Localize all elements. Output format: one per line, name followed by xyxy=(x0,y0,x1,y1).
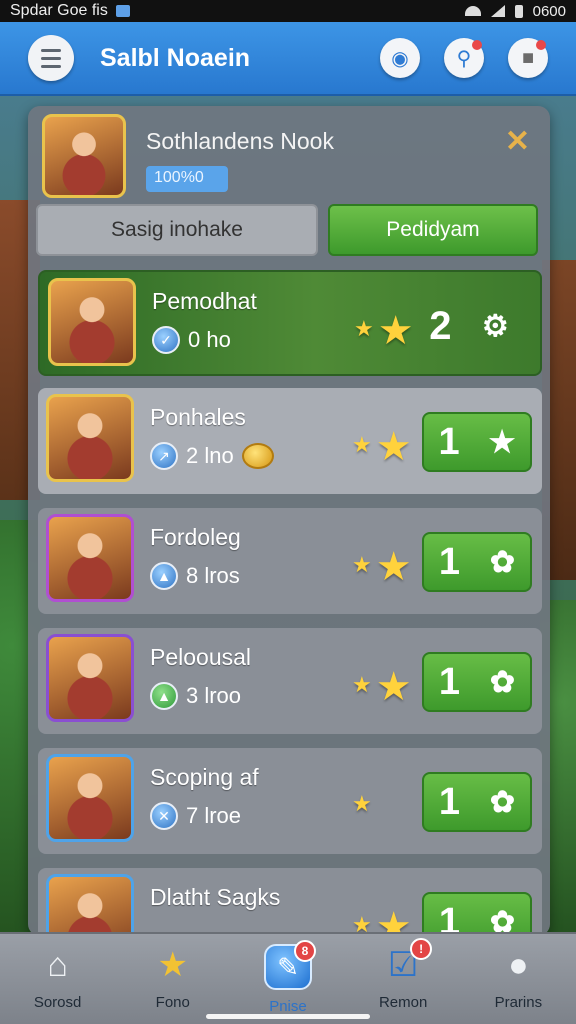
tab-second[interactable]: Pedidyam xyxy=(328,204,538,256)
settings-button[interactable]: ■ xyxy=(508,38,548,78)
player-sub: 7 lroe xyxy=(186,803,242,828)
list-item[interactable]: Peloousal ▲ 3 lroo ★ ★ 1 ✿ xyxy=(38,628,542,734)
badge-icon: ✿ xyxy=(489,785,516,819)
player-avatar xyxy=(46,754,134,842)
wifi-icon xyxy=(464,6,481,16)
signal-icon xyxy=(490,5,505,17)
player-sub: 2 lno xyxy=(186,443,234,468)
nav-label: Fono xyxy=(155,994,190,1011)
star-icon: ★ ★ xyxy=(352,545,412,589)
player-name: Pemodhat xyxy=(152,288,257,314)
app-bar: Salbl Noaein ◉ ⚲ ■ xyxy=(0,22,576,96)
list-item[interactable]: Ponhales ↗ 2 lno ★ ★ 1 ★ xyxy=(38,388,542,494)
player-sub: 0 ho xyxy=(188,327,231,352)
rank-icon: ▲ xyxy=(150,562,178,590)
badge-icon: ✿ xyxy=(489,665,516,699)
player-avatar xyxy=(46,874,134,936)
score-button[interactable]: 1 ✿ xyxy=(422,892,532,936)
status-time: 0600 xyxy=(532,2,566,20)
status-left-text: Spdar Goe fis xyxy=(10,2,108,19)
app-title: Salbl Noaein xyxy=(100,43,251,72)
rank-icon: ▲ xyxy=(150,682,178,710)
star-icon: ★ xyxy=(488,425,516,459)
player-name: Fordoleg xyxy=(150,524,241,550)
score-value: 1 xyxy=(438,780,461,823)
player-avatar xyxy=(46,634,134,722)
list-item[interactable]: Pemodhat ✓ 0 ho ★ ★ 2 ⚙ xyxy=(38,270,542,376)
score-button[interactable]: 1 ✿ xyxy=(422,532,532,592)
nav-item-home[interactable]: ⌂ Sorosd xyxy=(10,944,106,1012)
nav-item-chat[interactable]: ✎ 8 Pnise xyxy=(240,940,336,1015)
notification-dot: ! xyxy=(410,938,433,960)
profile-badge: 100%0 xyxy=(146,166,228,192)
rank-icon: ↗ xyxy=(150,442,178,470)
player-avatar xyxy=(48,278,136,366)
star-icon: ★ ★ xyxy=(352,665,412,709)
notification-dot xyxy=(472,40,482,50)
star-icon: ★ xyxy=(352,791,372,816)
score-value: 2 xyxy=(429,303,452,348)
profile-avatar[interactable] xyxy=(42,114,126,198)
notification-dot xyxy=(536,40,546,50)
settings-icon: ■ xyxy=(521,46,535,69)
nav-item-favorites[interactable]: ★ Fono xyxy=(125,944,221,1011)
list-item[interactable]: Dlatht Sagks ★ ★ 1 ✿ xyxy=(38,868,542,936)
menu-icon-line xyxy=(41,56,61,60)
player-name: Ponhales xyxy=(150,404,246,430)
image-notification-icon xyxy=(115,5,130,17)
score-value: 1 xyxy=(438,540,461,583)
home-indicator[interactable] xyxy=(206,1014,370,1019)
player-name: Scoping af xyxy=(150,764,259,790)
rank-icon: ✕ xyxy=(150,802,178,830)
status-bar: Spdar Goe fis 0600 xyxy=(0,0,576,22)
chat-button[interactable]: ◉ xyxy=(380,38,420,78)
player-avatar xyxy=(46,394,134,482)
leaderboard-panel: Sothlandens Nook 100%0 ✕ Sasig inohake P… xyxy=(28,106,550,936)
list-item[interactable]: Fordoleg ▲ 8 lros ★ ★ 1 ✿ xyxy=(38,508,542,614)
player-avatar xyxy=(46,514,134,602)
profile-name: Sothlandens Nook xyxy=(146,128,334,154)
list-item[interactable]: Scoping af ✕ 7 lroe ★ 1 ✿ xyxy=(38,748,542,854)
player-name: Dlatht Sagks xyxy=(150,884,281,910)
nav-label: Prarins xyxy=(494,994,543,1011)
player-name: Peloousal xyxy=(150,644,252,670)
close-icon[interactable]: ✕ xyxy=(505,124,530,159)
nav-item-profile[interactable]: ● Prarins xyxy=(470,944,566,1012)
person-icon: ● xyxy=(508,945,529,984)
star-icon: ★ ★ xyxy=(354,309,414,353)
score-button[interactable]: 1 ✿ xyxy=(422,772,532,832)
bottom-navigation: ⌂ Sorosd ★ Fono ✎ 8 Pnise ☑ ! Remon ● Pr… xyxy=(0,932,576,1024)
score-button[interactable]: 1 ★ xyxy=(422,412,532,472)
score-value: 1 xyxy=(438,420,460,463)
notification-badge: 8 xyxy=(293,940,316,962)
gear-icon: ⚙ xyxy=(481,309,509,343)
nav-label: Pnise xyxy=(269,998,307,1015)
score-value: 1 xyxy=(438,900,461,937)
score-value: 1 xyxy=(438,660,461,703)
notification-button[interactable]: ⚲ xyxy=(444,38,484,78)
nav-item-mail[interactable]: ☑ ! Remon xyxy=(355,938,451,1011)
player-sub: 3 lroo xyxy=(186,683,242,708)
chat-icon: ✎ 8 xyxy=(263,940,316,990)
badge-icon: ✿ xyxy=(489,545,516,579)
menu-icon-line xyxy=(41,64,61,68)
menu-icon-line xyxy=(41,48,61,52)
battery-icon xyxy=(514,4,523,18)
star-icon: ★ xyxy=(157,946,189,984)
profile-header: Sothlandens Nook 100%0 ✕ xyxy=(42,114,536,206)
chat-icon: ◉ xyxy=(391,47,409,70)
mail-icon: ☑ ! xyxy=(380,938,433,986)
tab-first[interactable]: Sasig inohake xyxy=(36,204,318,256)
search-icon: ⚲ xyxy=(456,47,472,70)
menu-button[interactable] xyxy=(28,35,74,81)
score-button[interactable]: 1 ✿ xyxy=(422,652,532,712)
player-sub: 8 lros xyxy=(186,563,240,588)
home-icon: ⌂ xyxy=(47,945,68,984)
rank-icon: ✓ xyxy=(152,326,180,354)
nav-label: Sorosd xyxy=(33,994,82,1011)
coin-icon xyxy=(241,443,274,469)
score: 2 ⚙ xyxy=(414,296,524,356)
nav-label: Remon xyxy=(378,994,428,1011)
star-icon: ★ ★ xyxy=(352,425,412,469)
